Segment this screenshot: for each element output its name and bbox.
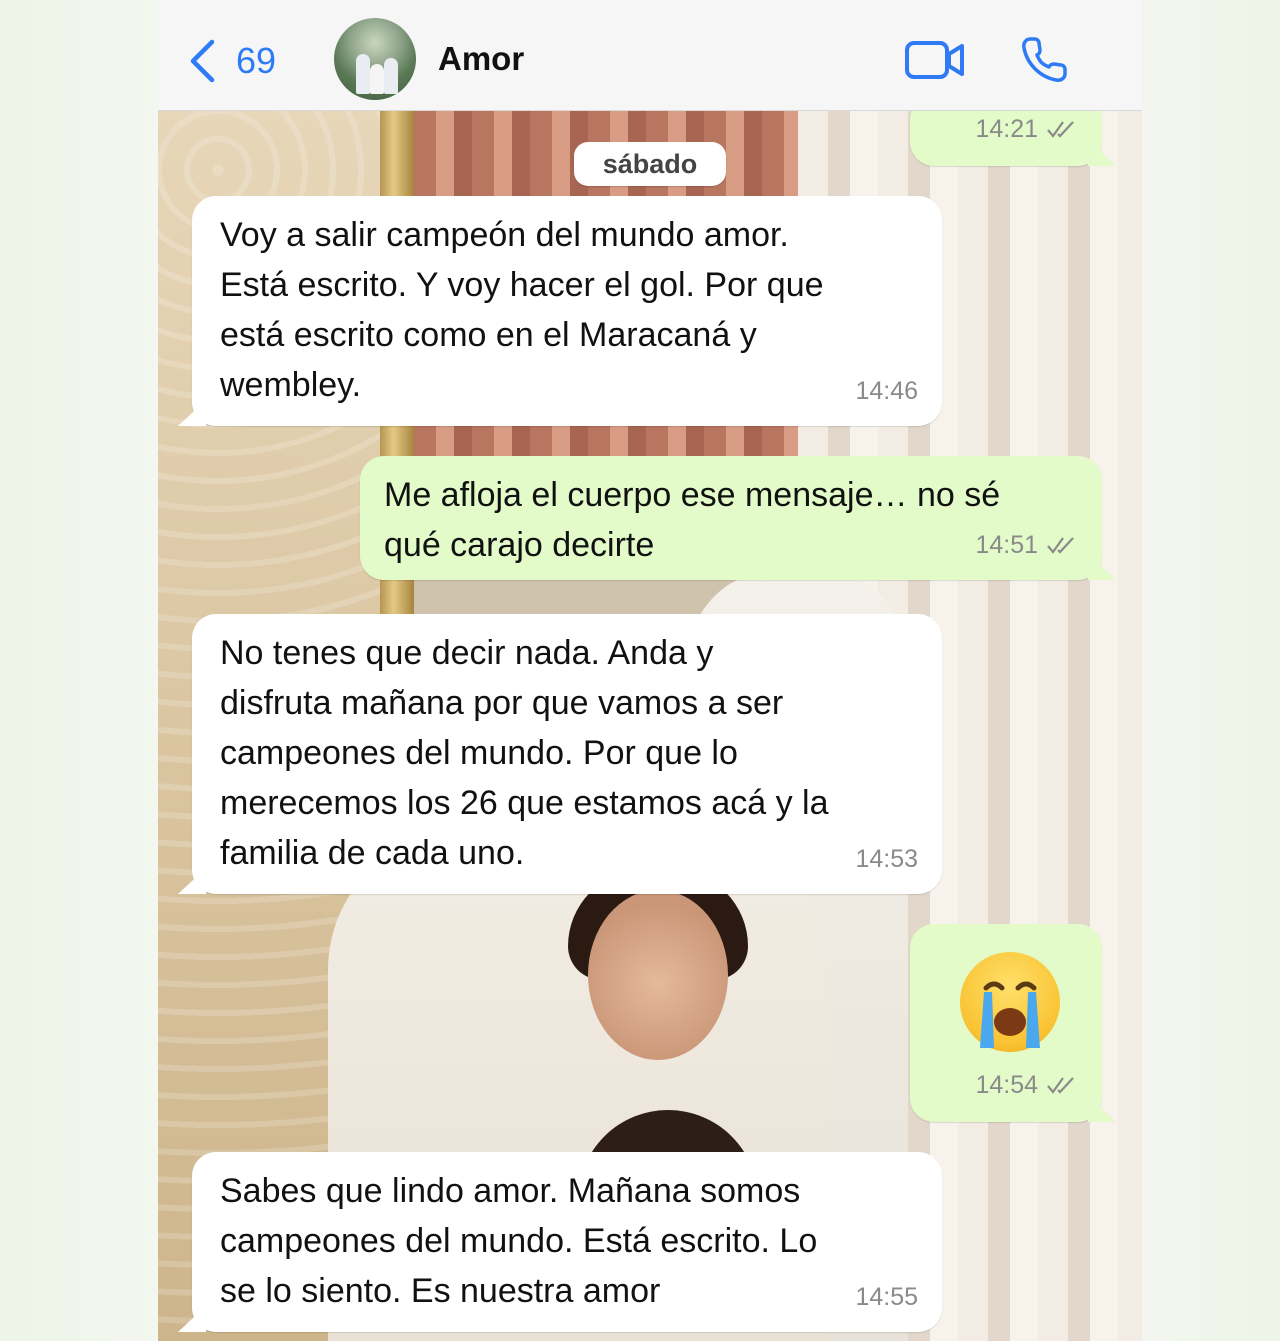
date-separator: sábado — [574, 142, 726, 186]
video-camera-icon[interactable] — [904, 36, 966, 84]
message-meta: 14:21 — [975, 104, 1078, 154]
double-check-icon — [1047, 537, 1074, 554]
chat-header: 69 Amor — [158, 0, 1142, 111]
message-bubble-outgoing[interactable]: Me afloja el cuerpo ese mensaje… no sé q… — [360, 456, 1116, 580]
message-bubble-outgoing[interactable]: 14:54 — [910, 924, 1116, 1122]
message-time: 14:53 — [855, 845, 918, 873]
avatar[interactable] — [334, 18, 416, 100]
contact-name[interactable]: Amor — [438, 40, 524, 78]
message-text: Me afloja el cuerpo ese mensaje… no sé q… — [384, 476, 1001, 564]
message-time: 14:54 — [975, 1071, 1038, 1099]
message-text: Sabes que lindo amor. Mañana somos campe… — [220, 1172, 818, 1310]
message-meta: 14:46 — [855, 366, 918, 416]
double-check-icon — [1047, 121, 1074, 138]
crying-face-emoji — [960, 952, 1060, 1052]
back-button[interactable]: 69 — [188, 36, 276, 86]
message-time: 14:55 — [855, 1283, 918, 1311]
chevron-left-icon — [190, 39, 215, 83]
message-time: 14:21 — [975, 115, 1038, 143]
message-meta: 14:54 — [975, 1060, 1078, 1110]
message-meta: 14:51 — [975, 520, 1078, 570]
message-text: No tenes que decir nada. Anda y disfruta… — [220, 634, 829, 872]
message-bubble-incoming[interactable]: No tenes que decir nada. Anda y disfruta… — [178, 614, 942, 894]
phone-icon[interactable] — [1018, 34, 1070, 86]
message-bubble-incoming[interactable]: Sabes que lindo amor. Mañana somos campe… — [178, 1152, 942, 1332]
wallpaper-girl-face — [588, 890, 728, 1060]
message-bubble-incoming[interactable]: Voy a salir campeón del mundo amor. Está… — [178, 196, 942, 426]
chat-screen: 69 Amor 14:21 sábado Voy a salir campeón… — [158, 0, 1142, 1341]
unread-count: 69 — [236, 40, 277, 81]
message-time: 14:51 — [975, 531, 1038, 559]
double-check-icon — [1047, 1077, 1074, 1094]
message-time: 14:46 — [855, 377, 918, 405]
message-meta: 14:55 — [855, 1272, 918, 1322]
message-text: Voy a salir campeón del mundo amor. Está… — [220, 216, 824, 404]
message-meta: 14:53 — [855, 834, 918, 884]
